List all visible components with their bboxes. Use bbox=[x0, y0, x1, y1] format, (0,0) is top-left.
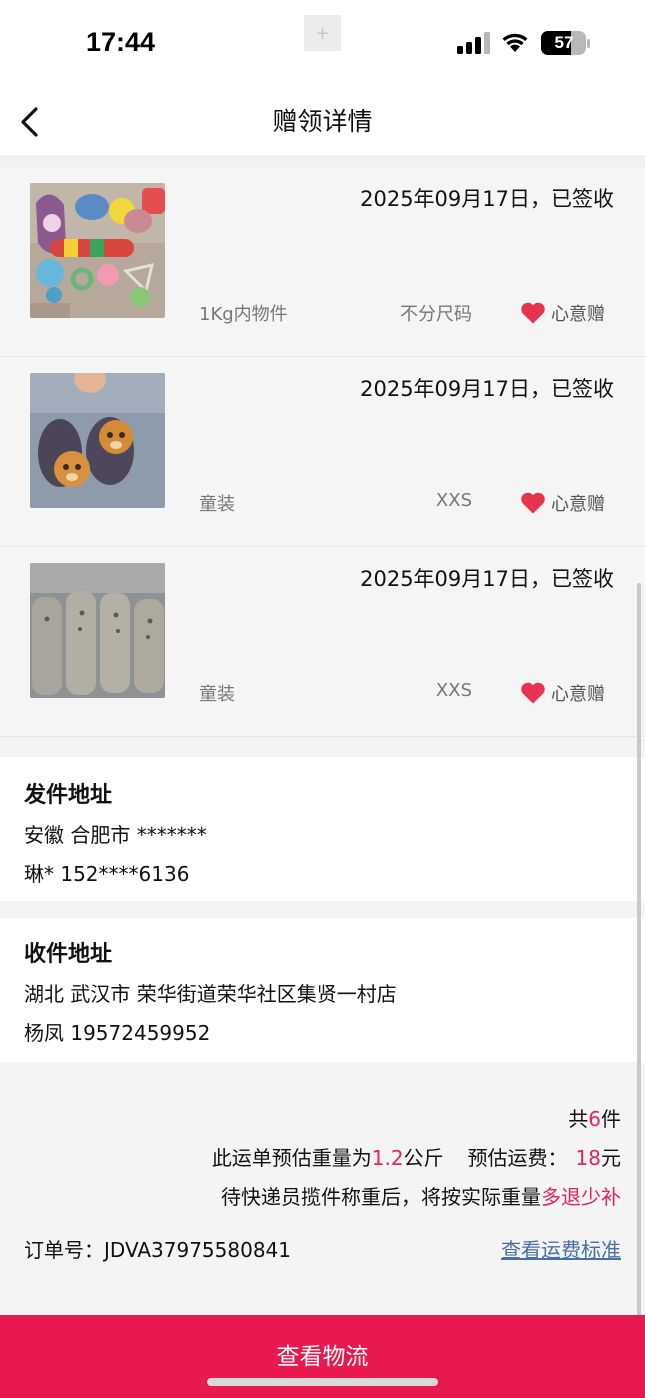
baby-toys-image bbox=[30, 183, 165, 318]
monkey-shoes-image bbox=[30, 373, 165, 508]
wifi-icon bbox=[502, 33, 528, 52]
item-tag: 心意赠 bbox=[551, 494, 605, 515]
status-bar: 17:44 + 57 bbox=[0, 0, 645, 88]
plus-icon: + bbox=[304, 15, 341, 51]
item-thumbnail[interactable] bbox=[30, 373, 165, 508]
item-count: 共6件 bbox=[568, 1107, 621, 1131]
page-title: 赠领详情 bbox=[272, 107, 373, 136]
status-time: 17:44 bbox=[86, 27, 156, 57]
item-date: 2025年09月17日，已签收 bbox=[360, 187, 614, 211]
receiver-heading: 收件地址 bbox=[24, 942, 113, 967]
sender-heading: 发件地址 bbox=[24, 783, 113, 808]
sender-address-card: 发件地址 安徽 合肥市 ******* 琳* 152****6136 bbox=[0, 757, 645, 901]
signal-icon bbox=[457, 32, 490, 54]
list-item[interactable]: 2025年09月17日，已签收 1Kg内物件 不分尺码 心意赠 bbox=[0, 167, 645, 357]
fee-standard-link[interactable]: 查看运费标准 bbox=[501, 1234, 621, 1263]
divider bbox=[0, 155, 645, 167]
item-category: 童装 bbox=[199, 494, 235, 515]
list-item[interactable]: 2025年09月17日，已签收 童装 XXS 心意赠 bbox=[0, 357, 645, 547]
list-item[interactable]: 2025年09月17日，已签收 童装 XXS 心意赠 bbox=[0, 547, 645, 737]
item-tag: 心意赠 bbox=[551, 684, 605, 705]
item-size: XXS bbox=[435, 490, 472, 511]
receiver-address-card: 收件地址 湖北 武汉市 荣华街道荣华社区集贤一村店 杨凤 19572459952 bbox=[0, 918, 645, 1062]
receiver-region: 湖北 武汉市 荣华街道荣华社区集贤一村店 bbox=[24, 982, 397, 1006]
item-size: 不分尺码 bbox=[400, 304, 472, 325]
item-tag: 心意赠 bbox=[551, 304, 605, 325]
home-indicator[interactable] bbox=[207, 1378, 438, 1386]
sender-contact: 琳* 152****6136 bbox=[24, 862, 190, 886]
heart-icon bbox=[520, 491, 546, 519]
heart-icon bbox=[520, 681, 546, 709]
weight-fee-line: 此运单预估重量为1.2公斤 预估运费： 18元 bbox=[211, 1146, 621, 1170]
item-category: 童装 bbox=[199, 684, 235, 705]
refund-note: 待快递员揽件称重后，将按实际重量多退少补 bbox=[221, 1185, 621, 1209]
item-category: 1Kg内物件 bbox=[199, 304, 288, 325]
baby-socks-image bbox=[30, 563, 165, 698]
item-date: 2025年09月17日，已签收 bbox=[360, 567, 614, 591]
receiver-contact: 杨凤 19572459952 bbox=[24, 1021, 211, 1045]
item-list: 2025年09月17日，已签收 1Kg内物件 不分尺码 心意赠 2025年09月… bbox=[0, 167, 645, 737]
item-thumbnail[interactable] bbox=[30, 563, 165, 698]
order-number: 订单号：JDVA37975580841 bbox=[24, 1238, 292, 1262]
item-size: XXS bbox=[435, 680, 472, 701]
battery-level: 57 bbox=[554, 33, 574, 52]
sender-region: 安徽 合肥市 ******* bbox=[24, 823, 207, 847]
chevron-left-icon[interactable] bbox=[18, 106, 42, 138]
scrollbar[interactable] bbox=[637, 583, 641, 1318]
heart-icon bbox=[520, 301, 546, 329]
item-date: 2025年09月17日，已签收 bbox=[360, 377, 614, 401]
item-thumbnail[interactable] bbox=[30, 183, 165, 318]
nav-bar: 赠领详情 bbox=[0, 88, 645, 155]
